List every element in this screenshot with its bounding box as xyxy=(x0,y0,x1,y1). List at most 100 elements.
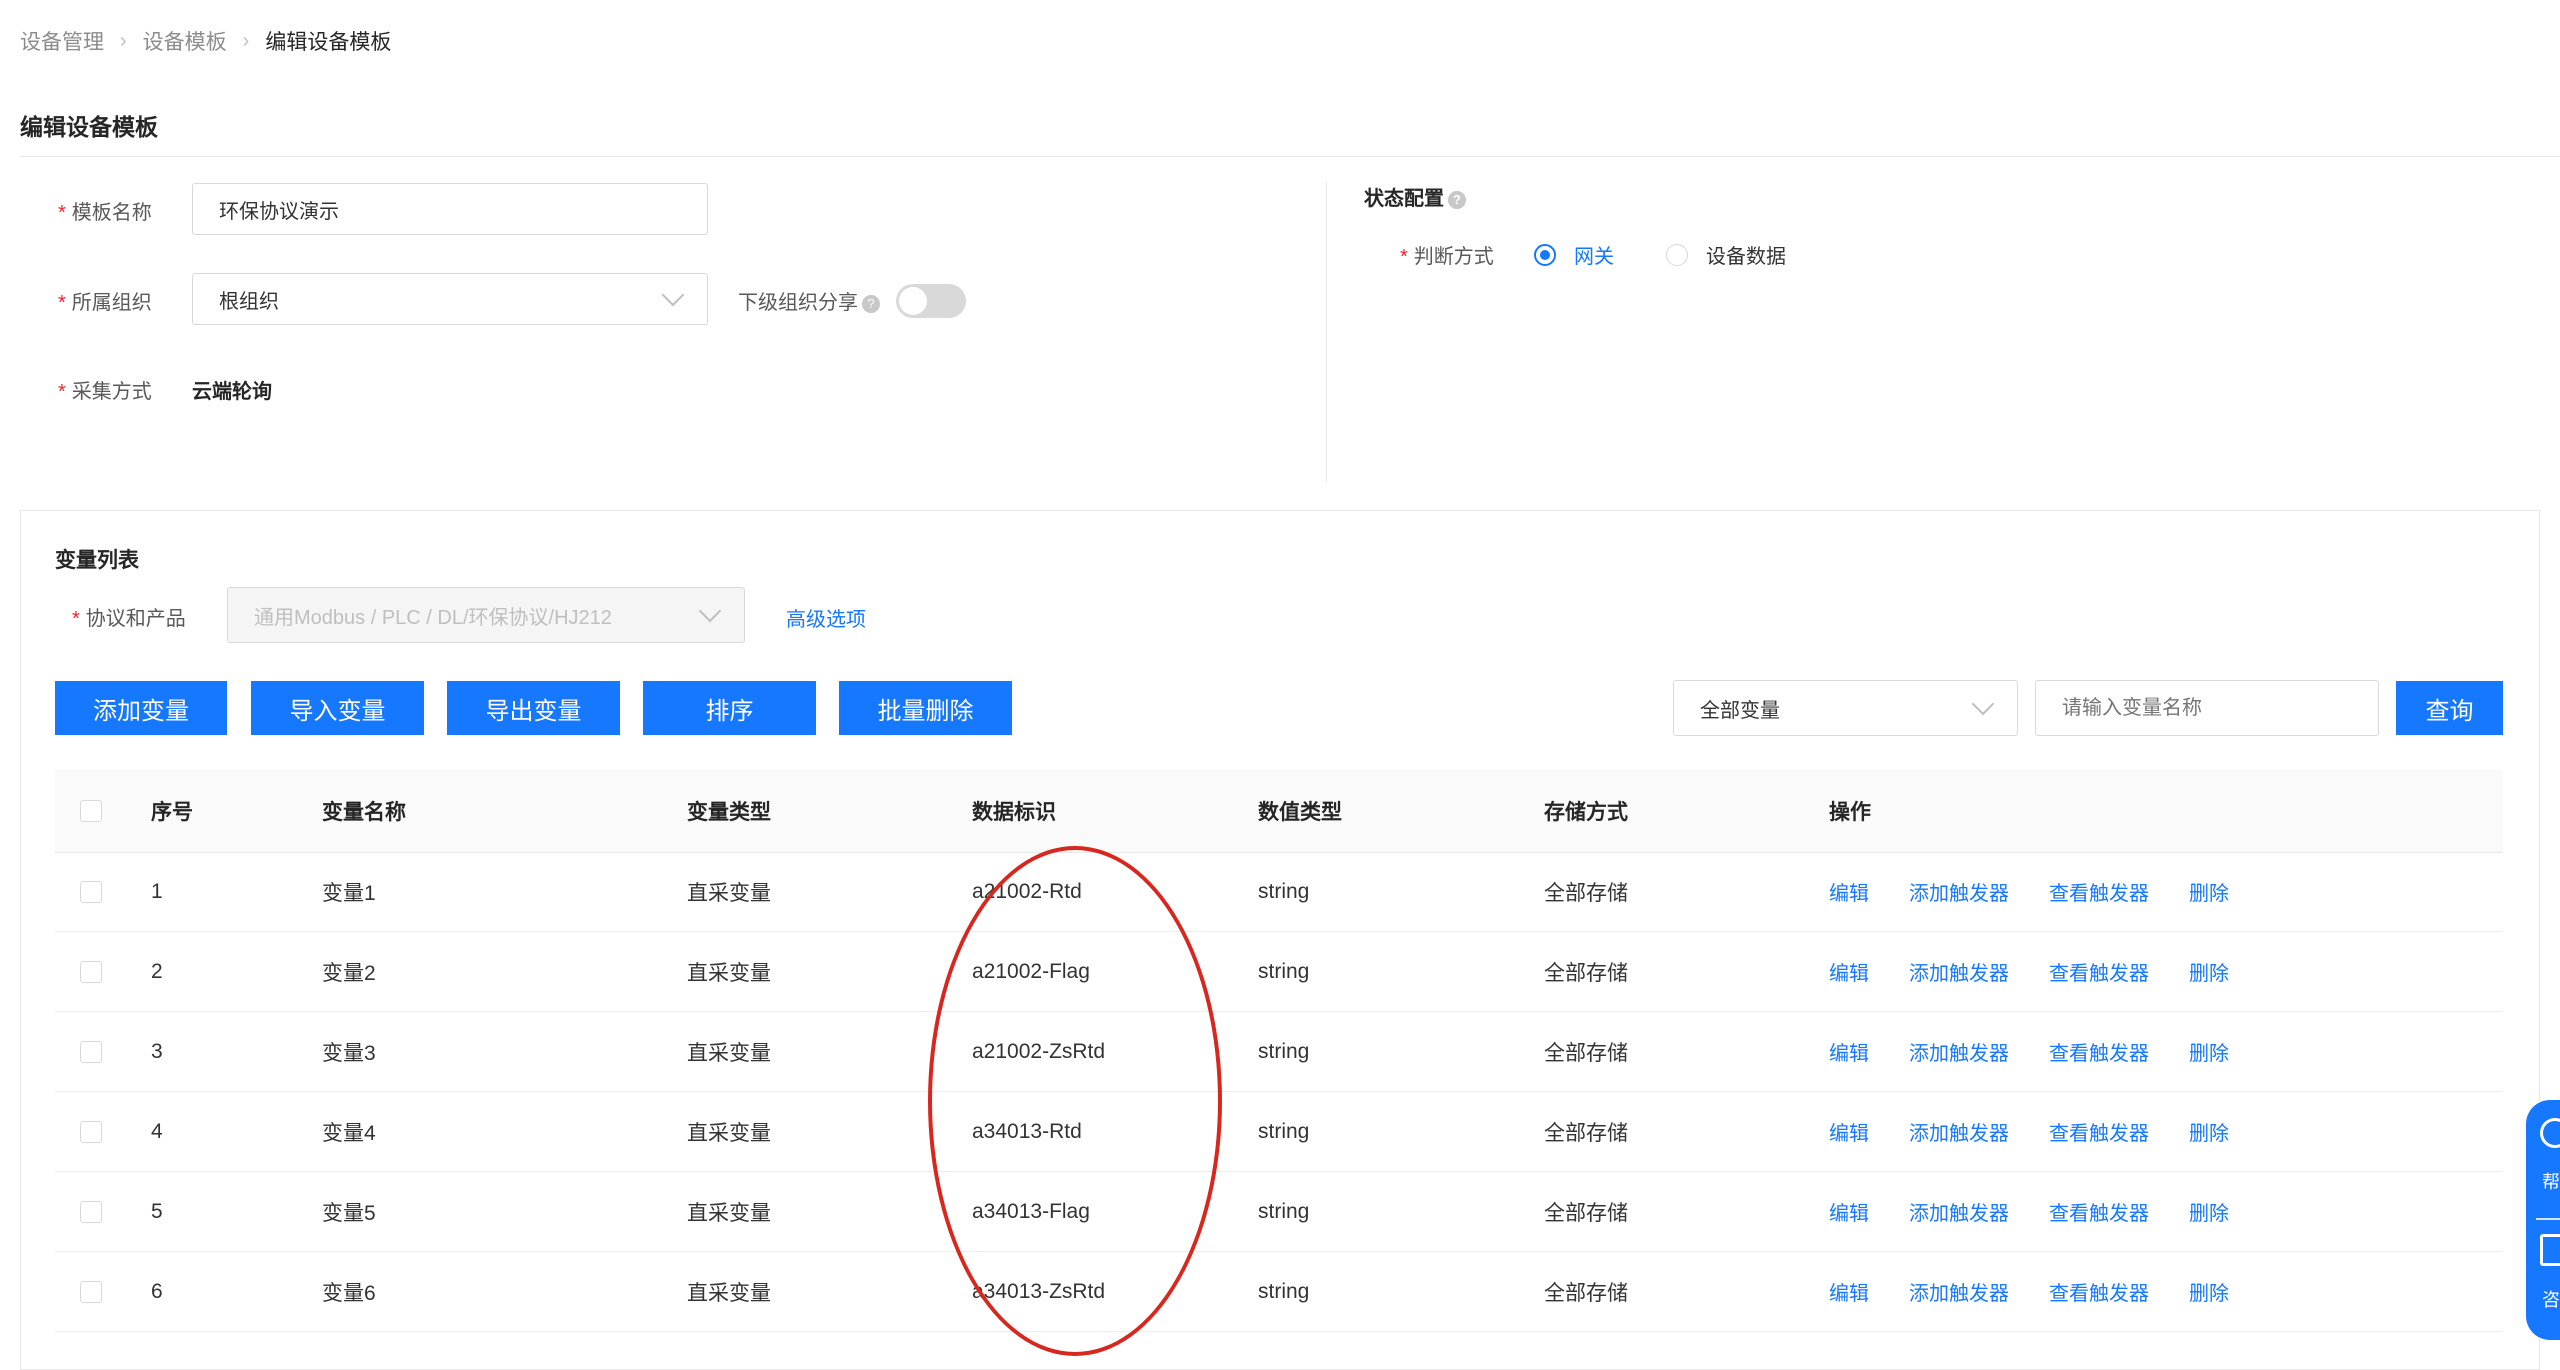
row-checkbox[interactable] xyxy=(80,1280,102,1303)
cell-value-type: string xyxy=(1258,1279,1310,1303)
cell-var-type: 直采变量 xyxy=(687,881,771,905)
delete-link[interactable]: 删除 xyxy=(2189,1117,2229,1146)
floating-help-panel[interactable]: 帮 咨 xyxy=(2526,1100,2560,1340)
add-trigger-link[interactable]: 添加触发器 xyxy=(1909,877,2009,906)
view-trigger-link[interactable]: 查看触发器 xyxy=(2049,1117,2149,1146)
view-trigger-link[interactable]: 查看触发器 xyxy=(2049,957,2149,986)
breadcrumb-item-device-management[interactable]: 设备管理 xyxy=(20,26,104,56)
help-circle-icon xyxy=(2540,1118,2560,1148)
view-trigger-link[interactable]: 查看触发器 xyxy=(2049,877,2149,906)
cell-data-id: a34013-Rtd xyxy=(972,1119,1082,1143)
cell-data-id: a21002-ZsRtd xyxy=(972,1039,1106,1063)
cell-index: 1 xyxy=(151,879,163,903)
variable-list-title: 变量列表 xyxy=(55,549,139,572)
help-icon[interactable]: ? xyxy=(1448,190,1466,209)
template-name-label: * 模板名称 xyxy=(58,202,152,224)
edit-link[interactable]: 编辑 xyxy=(1829,877,1869,906)
cell-index: 5 xyxy=(151,1199,163,1223)
collect-label: * 采集方式 xyxy=(58,381,152,403)
add-trigger-link[interactable]: 添加触发器 xyxy=(1909,1037,2009,1066)
column-header-storage: 存储方式 xyxy=(1544,801,1628,824)
table-row: 3 变量3 直采变量 a21002-ZsRtd string 全部存储 编辑 添加触发器 查看触… xyxy=(55,1012,2503,1092)
row-checkbox[interactable] xyxy=(80,1200,102,1223)
breadcrumb-item-device-template[interactable]: 设备模板 xyxy=(143,26,227,56)
view-trigger-link[interactable]: 查看触发器 xyxy=(2049,1197,2149,1226)
delete-link[interactable]: 删除 xyxy=(2189,1037,2229,1066)
row-checkbox[interactable] xyxy=(80,960,102,983)
delete-link[interactable]: 删除 xyxy=(2189,1277,2229,1306)
row-actions: 编辑 添加触发器 查看触发器 删除 xyxy=(1829,932,2269,1011)
sub-share-toggle[interactable] xyxy=(896,284,966,318)
cell-data-id: a21002-Rtd xyxy=(972,879,1082,903)
delete-link[interactable]: 删除 xyxy=(2189,1197,2229,1226)
variable-search-input[interactable] xyxy=(2035,680,2379,736)
org-label: * 所属组织 xyxy=(58,292,152,314)
sort-button[interactable]: 排序 xyxy=(643,681,816,735)
cell-name: 变量6 xyxy=(322,1281,376,1305)
cell-storage: 全部存储 xyxy=(1544,1201,1628,1225)
delete-link[interactable]: 删除 xyxy=(2189,877,2229,906)
form-divider xyxy=(1326,182,1327,482)
cell-name: 变量5 xyxy=(322,1201,376,1225)
cell-index: 2 xyxy=(151,959,163,983)
table-row: 6 变量6 直采变量 a34013-ZsRtd string 全部存储 编辑 添加触发器 查看触… xyxy=(55,1252,2503,1332)
row-checkbox[interactable] xyxy=(80,1120,102,1143)
protocol-select[interactable]: 通用Modbus / PLC / DL/环保协议/HJ212 xyxy=(227,587,745,643)
toggle-knob xyxy=(899,287,927,315)
cell-name: 变量4 xyxy=(322,1121,376,1145)
add-trigger-link[interactable]: 添加触发器 xyxy=(1909,1117,2009,1146)
column-header-actions: 操作 xyxy=(1829,801,1871,824)
sub-share-label: 下级组织分享? xyxy=(738,286,880,315)
edit-link[interactable]: 编辑 xyxy=(1829,1277,1869,1306)
cell-index: 4 xyxy=(151,1119,163,1143)
import-variable-button[interactable]: 导入变量 xyxy=(251,681,424,735)
collect-value: 云端轮询 xyxy=(192,381,272,403)
cell-var-type: 直采变量 xyxy=(687,1201,771,1225)
select-all-checkbox[interactable] xyxy=(80,800,102,822)
add-trigger-link[interactable]: 添加触发器 xyxy=(1909,1277,2009,1306)
edit-link[interactable]: 编辑 xyxy=(1829,957,1869,986)
row-actions: 编辑 添加触发器 查看触发器 删除 xyxy=(1829,852,2269,931)
cell-var-type: 直采变量 xyxy=(687,1121,771,1145)
column-header-value-type: 数值类型 xyxy=(1258,801,1342,824)
variable-filter-select[interactable]: 全部变量 xyxy=(1673,680,2018,736)
add-variable-button[interactable]: 添加变量 xyxy=(55,681,227,735)
template-name-input[interactable]: 环保协议演示 xyxy=(192,183,708,235)
cell-var-type: 直采变量 xyxy=(687,1041,771,1065)
batch-delete-button[interactable]: 批量删除 xyxy=(839,681,1012,735)
row-actions: 编辑 添加触发器 查看触发器 删除 xyxy=(1829,1172,2269,1251)
document-icon xyxy=(2540,1234,2560,1266)
org-select[interactable]: 根组织 xyxy=(192,273,708,325)
cell-name: 变量1 xyxy=(322,881,376,905)
add-trigger-link[interactable]: 添加触发器 xyxy=(1909,957,2009,986)
cell-value-type: string xyxy=(1258,1199,1310,1223)
edit-link[interactable]: 编辑 xyxy=(1829,1037,1869,1066)
edit-link[interactable]: 编辑 xyxy=(1829,1197,1869,1226)
cell-var-type: 直采变量 xyxy=(687,1281,771,1305)
cell-value-type: string xyxy=(1258,1039,1310,1063)
export-variable-button[interactable]: 导出变量 xyxy=(447,681,620,735)
search-button[interactable]: 查询 xyxy=(2396,681,2503,735)
row-checkbox[interactable] xyxy=(80,1040,102,1063)
cell-storage: 全部存储 xyxy=(1544,961,1628,985)
delete-link[interactable]: 删除 xyxy=(2189,957,2229,986)
radio-unchecked-icon xyxy=(1666,243,1688,266)
cell-value-type: string xyxy=(1258,959,1310,983)
help-icon[interactable]: ? xyxy=(862,294,880,313)
view-trigger-link[interactable]: 查看触发器 xyxy=(2049,1037,2149,1066)
row-checkbox[interactable] xyxy=(80,880,102,903)
cell-index: 3 xyxy=(151,1039,163,1063)
cell-storage: 全部存储 xyxy=(1544,881,1628,905)
view-trigger-link[interactable]: 查看触发器 xyxy=(2049,1277,2149,1306)
judge-radio-device-data[interactable]: 设备数据 xyxy=(1666,240,1786,269)
advanced-options-link[interactable]: 高级选项 xyxy=(786,603,866,632)
judge-radio-gateway[interactable]: 网关 xyxy=(1534,240,1614,269)
chevron-down-icon xyxy=(661,283,685,307)
chevron-down-icon xyxy=(698,599,722,623)
chevron-down-icon xyxy=(1971,692,1995,716)
cell-storage: 全部存储 xyxy=(1544,1121,1628,1145)
add-trigger-link[interactable]: 添加触发器 xyxy=(1909,1197,2009,1226)
row-actions: 编辑 添加触发器 查看触发器 删除 xyxy=(1829,1092,2269,1171)
edit-link[interactable]: 编辑 xyxy=(1829,1117,1869,1146)
status-config-title: 状态配置? xyxy=(1364,182,1466,211)
